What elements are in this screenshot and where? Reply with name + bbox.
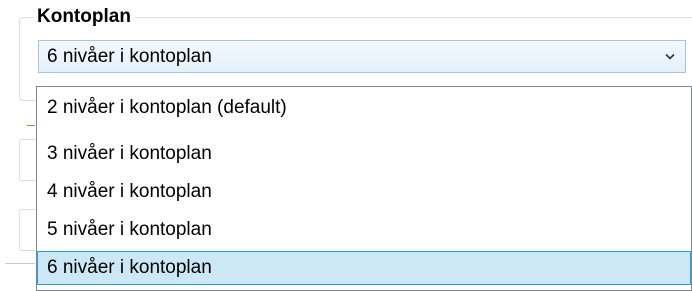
groupbox-title: Kontoplan <box>33 5 135 29</box>
background-mark <box>27 125 35 130</box>
screen: Kontoplan 6 nivåer i kontoplan 2 nivåer … <box>0 0 692 291</box>
kontoplan-level-select[interactable]: 6 nivåer i kontoplan <box>38 40 686 73</box>
option-2-levels[interactable]: 2 nivåer i kontoplan (default) <box>37 91 691 125</box>
chevron-down-icon[interactable] <box>655 41 685 72</box>
option-5-levels[interactable]: 5 nivåer i kontoplan <box>37 213 691 247</box>
selected-value: 6 nivåer i kontoplan <box>47 45 212 67</box>
option-3-levels[interactable]: 3 nivåer i kontoplan <box>37 137 691 171</box>
option-4-levels[interactable]: 4 nivåer i kontoplan <box>37 175 691 209</box>
option-6-levels[interactable]: 6 nivåer i kontoplan <box>37 251 691 285</box>
dropdown-list: 2 nivåer i kontoplan (default) 3 nivåer … <box>36 86 692 291</box>
divider <box>5 263 35 264</box>
